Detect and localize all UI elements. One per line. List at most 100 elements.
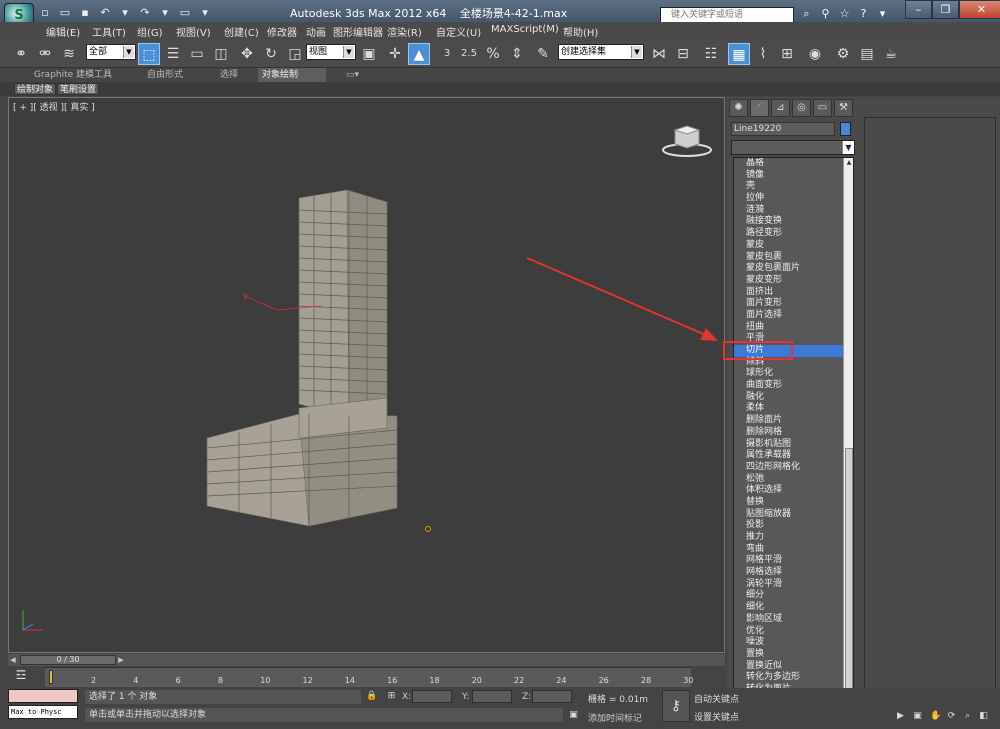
help-dropdown-icon[interactable]: ▾: [876, 7, 889, 21]
new-file-icon[interactable]: ▫: [38, 6, 52, 20]
menu-rendering[interactable]: 渲染(R): [387, 24, 422, 39]
render-production-icon[interactable]: ☕: [880, 43, 902, 65]
modifier-list-item[interactable]: 投影: [734, 520, 853, 532]
select-object-icon[interactable]: ⬚: [138, 43, 160, 65]
select-manipulate-icon[interactable]: ✛: [384, 43, 406, 65]
schematic-view-icon[interactable]: ⊞: [776, 43, 798, 65]
modifier-list-item[interactable]: 四边形网格化: [734, 462, 853, 474]
modifier-list-item[interactable]: 涟漪: [734, 205, 853, 217]
modifier-list-item[interactable]: 扭曲: [734, 322, 853, 334]
zoom-icon[interactable]: ⌕: [962, 711, 973, 722]
auto-key-button[interactable]: 自动关键点: [694, 692, 739, 705]
object-color-swatch[interactable]: [840, 122, 851, 136]
menu-modifiers[interactable]: 修改器: [267, 24, 297, 39]
scale-icon[interactable]: ◲: [284, 43, 306, 65]
menu-create[interactable]: 创建(C): [224, 24, 259, 39]
graphite-toggle-icon[interactable]: ▦: [728, 43, 750, 65]
select-by-name-icon[interactable]: ☰: [162, 43, 184, 65]
undo-dropdown-icon[interactable]: ▾: [118, 6, 132, 20]
move-icon[interactable]: ✥: [236, 43, 258, 65]
rendered-frame-icon[interactable]: ▤: [856, 43, 878, 65]
modifier-list-item[interactable]: 融接变换: [734, 216, 853, 228]
close-button[interactable]: ✕: [959, 0, 1000, 19]
search-input[interactable]: 键入关键字或短语: [660, 7, 794, 23]
material-editor-icon[interactable]: ◉: [804, 43, 826, 65]
modifier-list-item[interactable]: 置换: [734, 649, 853, 661]
tab-object-paint[interactable]: 对象绘制: [258, 68, 326, 82]
angle-snap-icon[interactable]: 2.5: [458, 43, 480, 65]
modifier-list-item[interactable]: 蒙皮: [734, 240, 853, 252]
layer-manager-icon[interactable]: ☷: [700, 43, 722, 65]
modifier-list-item[interactable]: 删除网格: [734, 427, 853, 439]
time-slider-thumb[interactable]: 0 / 30: [20, 655, 116, 665]
modifier-list-item[interactable]: 拉伸: [734, 193, 853, 205]
customize-toolbar-icon[interactable]: ▾: [198, 6, 212, 20]
scroll-up-icon[interactable]: ▲: [844, 158, 853, 168]
binoculars-icon[interactable]: ⌕: [800, 7, 813, 21]
link-icon[interactable]: ⚭: [10, 43, 32, 65]
play-icon[interactable]: ▶: [895, 711, 906, 722]
utilities-tab-icon[interactable]: ⚒: [834, 99, 853, 117]
menu-group[interactable]: 组(G): [137, 24, 163, 39]
lock-icon[interactable]: 🔒: [366, 691, 377, 702]
curve-editor-icon[interactable]: ⌇: [752, 43, 774, 65]
modifier-list-item[interactable]: 路径变形: [734, 228, 853, 240]
modifier-list-item[interactable]: 替换: [734, 497, 853, 509]
bind-space-warp-icon[interactable]: ≋: [58, 43, 80, 65]
x-coord-field[interactable]: [412, 690, 452, 703]
object-name-field[interactable]: Line19220: [731, 122, 835, 136]
save-file-icon[interactable]: ▪: [78, 6, 92, 20]
menu-views[interactable]: 视图(V): [176, 24, 211, 39]
viewcube-icon[interactable]: [661, 124, 713, 158]
y-coord-field[interactable]: [472, 690, 512, 703]
help-icon[interactable]: ?: [857, 7, 870, 21]
keyboard-shortcut-override-icon[interactable]: ▲: [408, 43, 430, 65]
z-coord-field[interactable]: [532, 690, 572, 703]
modifier-list-item[interactable]: 镜像: [734, 170, 853, 182]
time-prev-icon[interactable]: ◀: [8, 655, 18, 665]
menu-animation[interactable]: 动画: [306, 24, 326, 39]
set-key-button[interactable]: 设置关键点: [694, 710, 739, 723]
modifier-list-item[interactable]: 蒙皮包裹: [734, 252, 853, 264]
modifier-list-item[interactable]: 影响区域: [734, 614, 853, 626]
time-next-icon[interactable]: ▶: [116, 655, 126, 665]
rotate-icon[interactable]: ↻: [260, 43, 282, 65]
absolute-mode-icon[interactable]: ⊞: [386, 691, 397, 702]
align-icon[interactable]: ⊟: [672, 43, 694, 65]
hierarchy-tab-icon[interactable]: ⊿: [771, 99, 790, 117]
pivot-center-icon[interactable]: ▣: [358, 43, 380, 65]
edit-named-selection-icon[interactable]: ✎: [532, 43, 554, 65]
modifier-list-item[interactable]: 柔体: [734, 403, 853, 415]
paint-objects-button[interactable]: 绘制对象: [14, 83, 57, 95]
restore-button[interactable]: ❐: [932, 0, 959, 19]
modifier-list-item[interactable]: 曲面变形: [734, 380, 853, 392]
ref-coord-select[interactable]: 视图 ▼: [306, 44, 356, 60]
render-setup-icon[interactable]: ⚙: [832, 43, 854, 65]
modifier-list-item[interactable]: 噪波: [734, 637, 853, 649]
rect-selection-icon[interactable]: ▭: [186, 43, 208, 65]
modifier-dropdown-list[interactable]: 晶格 镜像壳拉伸 涟漪 融接变换 路径变形 蒙皮 蒙皮包裹 蒙皮包裹面片 蒙皮变形 面挤出 面片变形…: [733, 157, 854, 721]
named-selection-select[interactable]: 创建选择集 ▼: [558, 44, 644, 60]
modify-tab-icon[interactable]: ◜: [750, 99, 769, 117]
modifier-list-item[interactable]: 体积选择: [734, 485, 853, 497]
current-frame-marker[interactable]: [49, 670, 53, 684]
menu-graph-editors[interactable]: 图形编辑器: [333, 24, 383, 39]
mirror-icon[interactable]: ⋈: [648, 43, 670, 65]
create-tab-icon[interactable]: ✺: [729, 99, 748, 117]
window-crossing-icon[interactable]: ◫: [210, 43, 232, 65]
ribbon-options-icon[interactable]: ▭▾: [342, 68, 363, 82]
modifier-list-item[interactable]: 面挤出: [734, 287, 853, 299]
modifier-list-item[interactable]: 推力: [734, 532, 853, 544]
pan-icon[interactable]: ✋: [930, 711, 941, 722]
time-tag-icon[interactable]: ▣: [568, 710, 579, 721]
modifier-list-item[interactable]: 面片变形: [734, 298, 853, 310]
menu-maxscript[interactable]: MAXScript(M): [491, 24, 559, 35]
set-key-icon[interactable]: ⚷: [662, 690, 690, 722]
spinner-snap-icon[interactable]: ⇕: [506, 43, 528, 65]
modifier-list-item[interactable]: 属性承载器: [734, 450, 853, 462]
perspective-viewport[interactable]: [ + ][ 透视 ][ 真实 ] y: [8, 97, 725, 653]
modifier-list-item[interactable]: 壳: [734, 181, 853, 193]
menu-help[interactable]: 帮助(H): [563, 24, 598, 39]
menu-tools[interactable]: 工具(T): [92, 24, 126, 39]
tab-freeform[interactable]: 自由形式: [143, 68, 187, 82]
